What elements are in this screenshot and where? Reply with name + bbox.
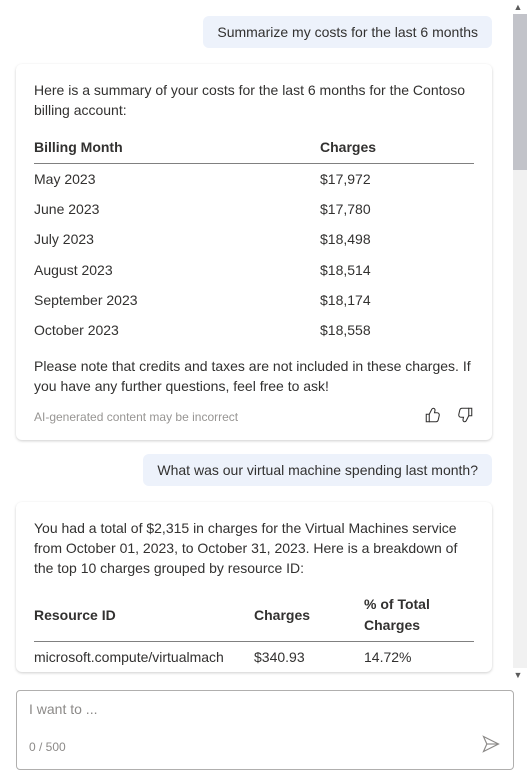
thumbs-up-icon[interactable] [424, 406, 442, 429]
table-row: September 2023$18,174 [34, 285, 474, 315]
assistant-intro-text: You had a total of $2,315 in charges for… [34, 518, 474, 579]
thumbs-down-icon[interactable] [456, 406, 474, 429]
vm-table: Resource ID Charges % of Total Charges m… [34, 588, 474, 672]
user-message: Summarize my costs for the last 6 months [203, 16, 492, 48]
col-header-month: Billing Month [34, 131, 320, 164]
send-icon[interactable] [481, 734, 501, 759]
assistant-intro-text: Here is a summary of your costs for the … [34, 80, 474, 121]
char-count: 0 / 500 [29, 740, 66, 754]
table-row: October 2023$18,558 [34, 315, 474, 345]
input-placeholder: I want to ... [29, 701, 501, 717]
scroll-up-arrow-icon[interactable]: ▲ [509, 0, 527, 14]
chat-input[interactable]: I want to ... 0 / 500 [16, 690, 514, 770]
costs-table: Billing Month Charges May 2023$17,972 Ju… [34, 131, 474, 346]
ai-disclaimer: AI-generated content may be incorrect [34, 409, 238, 426]
col-header-resource: Resource ID [34, 588, 254, 641]
table-row: microsoft.compute/virtualmach $340.93 14… [34, 642, 474, 673]
col-header-pct: % of Total Charges [364, 588, 474, 641]
assistant-message: You had a total of $2,315 in charges for… [16, 502, 492, 673]
table-row: July 2023$18,498 [34, 224, 474, 254]
table-row: June 2023$17,780 [34, 194, 474, 224]
table-row: August 2023$18,514 [34, 255, 474, 285]
chat-viewport: Summarize my costs for the last 6 months… [0, 0, 500, 682]
assistant-message: Here is a summary of your costs for the … [16, 64, 492, 440]
col-header-charges: Charges [254, 588, 364, 641]
user-message: What was our virtual machine spending la… [143, 454, 492, 486]
scrollbar-thumb[interactable] [513, 14, 527, 170]
table-row: May 2023$17,972 [34, 163, 474, 194]
assistant-outro-text: Please note that credits and taxes are n… [34, 356, 474, 397]
col-header-charges: Charges [320, 131, 474, 164]
scroll-down-arrow-icon[interactable]: ▼ [509, 668, 527, 682]
scrollbar-track[interactable] [513, 14, 527, 668]
